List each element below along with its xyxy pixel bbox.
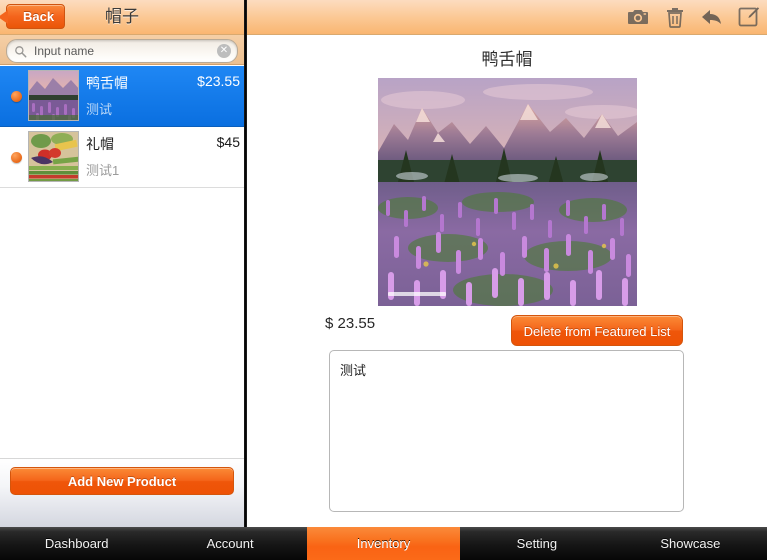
product-row-1[interactable]: 鸭舌帽 $23.55 测试 [0, 66, 244, 127]
bottom-tab-bar: Dashboard Account Inventory Setting Show… [0, 527, 767, 560]
tab-setting[interactable]: Setting [460, 527, 613, 560]
left-panel-header: 帽子 Back [0, 0, 244, 35]
product-description: 测试 [86, 102, 113, 117]
product-price: $45 [216, 134, 240, 150]
camera-icon[interactable] [626, 5, 650, 29]
search-icon [15, 45, 27, 57]
detail-toolbar [247, 0, 767, 35]
delete-from-featured-list-button[interactable]: Delete from Featured List [511, 315, 683, 346]
tab-dashboard[interactable]: Dashboard [0, 527, 153, 560]
compose-icon[interactable] [737, 5, 761, 29]
product-row-2[interactable]: 礼帽 $45 测试1 [0, 127, 244, 188]
add-new-product-button[interactable]: Add New Product [10, 467, 234, 495]
product-description: 测试1 [86, 163, 120, 178]
product-thumbnail [28, 131, 79, 182]
tab-showcase[interactable]: Showcase [614, 527, 767, 560]
product-name: 礼帽 [86, 136, 114, 152]
trash-icon[interactable] [663, 5, 687, 29]
detail-product-image [378, 78, 637, 306]
toolbar-icon-group [626, 0, 761, 34]
tab-inventory[interactable]: Inventory [306, 527, 461, 560]
back-button[interactable]: Back [0, 4, 66, 29]
detail-product-title: 鸭舌帽 [481, 50, 533, 69]
search-clear-icon[interactable]: ✕ [217, 44, 231, 58]
undo-arrow-icon[interactable] [700, 5, 724, 29]
search-bar: ✕ [0, 35, 244, 65]
product-list[interactable]: 鸭舌帽 $23.55 测试 礼帽 $45 测试1 [0, 66, 244, 459]
product-price: $23.55 [197, 73, 240, 89]
product-detail-panel: 鸭舌帽 $ 23.55 Delete from Featured List 测试 [247, 0, 767, 527]
product-name: 鸭舌帽 [86, 75, 128, 91]
product-thumbnail [28, 70, 79, 121]
app-root: 帽子 Back ✕ [0, 0, 767, 560]
detail-price: $ 23.55 [325, 315, 376, 332]
description-textarea[interactable] [329, 350, 684, 512]
search-field[interactable]: ✕ [6, 39, 238, 63]
featured-dot-icon [11, 91, 22, 102]
left-panel-footer: Add New Product [0, 458, 244, 527]
featured-dot-icon [11, 152, 22, 163]
tab-account[interactable]: Account [153, 527, 306, 560]
back-button-label: Back [23, 9, 55, 24]
search-input[interactable] [32, 43, 217, 59]
product-list-panel: 帽子 Back ✕ [0, 0, 244, 527]
